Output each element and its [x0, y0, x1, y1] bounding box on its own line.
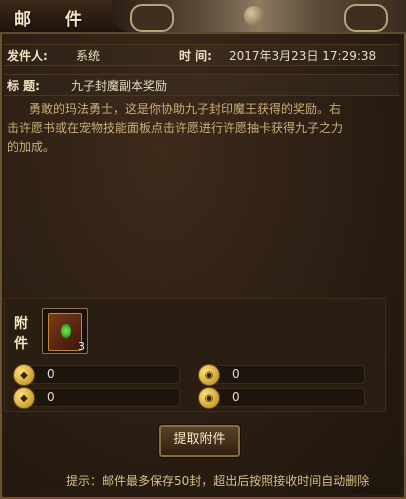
bound-coin-icon: ◉	[198, 387, 220, 409]
title-bar[interactable]: 邮 件	[0, 0, 406, 34]
bound-coin-value: 0	[232, 390, 240, 404]
sender-label: 发件人:	[7, 49, 48, 63]
gold-ingot-value: 0	[47, 367, 55, 381]
message-line: 击许愿书或在宠物技能面板点击许愿进行许愿抽卡获得九子之力	[7, 121, 344, 135]
item-count: 3	[78, 340, 85, 353]
message-line: 勇敢的玛法勇士，这是你协助九子封印魔王获得的奖励。右	[29, 102, 342, 116]
take-attachment-button[interactable]: 提取附件	[159, 425, 240, 457]
coin-icon: ◉	[198, 364, 220, 386]
gold-ingot-icon: ◆	[13, 364, 35, 386]
subject-label: 标 题:	[7, 79, 40, 93]
attachment-item-slot[interactable]: 3	[42, 308, 88, 354]
sender-row: 发件人: 系统 时 间: 2017年3月23日 17:29:38	[4, 44, 399, 66]
coin-value: 0	[232, 367, 240, 381]
footer-hint: 提示：邮件最多保存50封，超出后按照接收时间自动删除	[66, 474, 370, 488]
time-label: 时 间:	[179, 49, 212, 63]
bound-gold-ingot-field: ◆ 0	[13, 387, 180, 409]
bound-gold-ingot-icon: ◆	[13, 387, 35, 409]
title-ornament	[112, 0, 406, 32]
attachment-label: 附件	[14, 316, 28, 352]
ornament-knob-icon	[244, 6, 264, 26]
window-title: 邮 件	[14, 10, 96, 30]
ornament-ring-icon	[130, 4, 174, 32]
subject-value: 九子封魔副本奖励	[71, 79, 168, 93]
ornament-ring-icon	[344, 4, 388, 32]
bound-coin-field: ◉ 0	[198, 387, 365, 409]
mail-window: 邮 件 发件人: 系统 时 间: 2017年3月23日 17:29:38 标 题…	[0, 0, 406, 499]
gem-icon	[61, 324, 71, 338]
message-line: 的加成。	[7, 140, 56, 154]
time-value: 2017年3月23日 17:29:38	[229, 49, 377, 63]
sender-value: 系统	[76, 49, 101, 63]
message-body: 勇敢的玛法勇士，这是你协助九子封印魔王获得的奖励。右 击许愿书或在宠物技能面板点…	[7, 100, 397, 157]
gold-ingot-field: ◆ 0	[13, 364, 180, 386]
wish-book-icon	[48, 313, 82, 351]
subject-row: 标 题: 九子封魔副本奖励	[4, 74, 399, 96]
bound-gold-ingot-value: 0	[47, 390, 55, 404]
coin-field: ◉ 0	[198, 364, 365, 386]
